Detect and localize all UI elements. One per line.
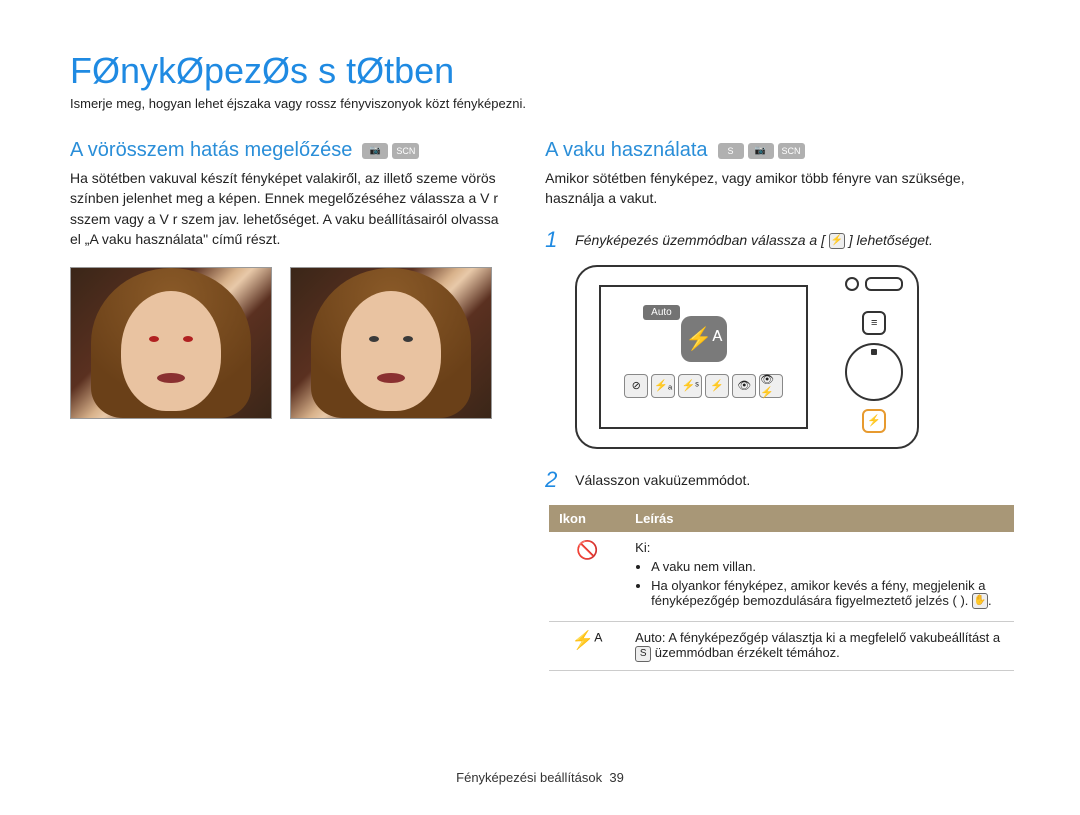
row-icon-off: 🚫: [549, 532, 625, 622]
photo-corrected: [290, 267, 492, 419]
left-heading: A vörösszem hatás megelőzése: [70, 139, 352, 162]
flash-off-icon: ⊘: [624, 374, 648, 398]
table-row: ⚡ᴬ Auto: A fényképezőgép választja ki a …: [549, 622, 1014, 671]
page-subtitle: Ismerje meg, hogyan lehet éjszaka vagy r…: [70, 96, 1010, 111]
step-number: 1: [545, 227, 563, 253]
camera-menu-button: ≡: [862, 311, 886, 335]
left-body: Ha sötétben vakuval készít fényképet val…: [70, 168, 505, 249]
step-1: 1 Fényképezés üzemmódban válassza a [ ⚡ …: [545, 227, 1010, 253]
right-body: Amikor sötétben fényképez, vagy amikor t…: [545, 168, 1010, 209]
screen-label: Auto: [643, 305, 680, 320]
column-right: A vaku használata S 📷 SCN Amikor sötétbe…: [545, 139, 1010, 671]
shake-warning-icon: ✋: [972, 593, 988, 609]
smart-mode-inline-icon: S: [635, 646, 651, 662]
right-heading: A vaku használata: [545, 139, 707, 162]
camera-controls: ≡ ⚡: [845, 311, 903, 433]
flash-on-icon: ⚡: [705, 374, 729, 398]
flash-mode-table: Ikon Leírás 🚫 Ki: A vaku nem villan. Ha …: [549, 505, 1014, 671]
table-row: 🚫 Ki: A vaku nem villan. Ha olyankor fén…: [549, 532, 1014, 622]
flash-option-row: ⊘ ⚡ₐ ⚡ˢ ⚡ 👁 👁⚡: [624, 374, 783, 398]
photo-redeye: [70, 267, 272, 419]
mode-icons-right: S 📷 SCN: [718, 143, 805, 159]
row-desc-off: Ki: A vaku nem villan. Ha olyankor fényk…: [625, 532, 1014, 622]
camera-mode-icon: 📷: [748, 143, 774, 159]
mode-icons-left: 📷 SCN: [362, 143, 419, 159]
camera-dial: [845, 343, 903, 401]
step-text: Fényképezés üzemmódban válassza a [ ⚡ ] …: [575, 227, 933, 253]
flash-auto-smart-icon: ⚡ₐ: [651, 374, 675, 398]
camera-mode-icon: 📷: [362, 143, 388, 159]
flash-slow-icon: ⚡ˢ: [678, 374, 702, 398]
scene-mode-icon: SCN: [392, 143, 419, 159]
step-text: Válasszon vakuüzemmódot.: [575, 467, 750, 493]
flash-auto-icon: ⚡ᴬ: [681, 316, 727, 362]
table-col-desc: Leírás: [625, 505, 1014, 532]
section-header-right: A vaku használata S 📷 SCN: [545, 139, 1010, 162]
page: FØnykØpezØs s tØtben Ismerje meg, hogyan…: [0, 0, 1080, 671]
row-desc-auto: Auto: A fényképezőgép választja ki a meg…: [625, 622, 1014, 671]
section-header-left: A vörösszem hatás megelőzése 📷 SCN: [70, 139, 505, 162]
redeye-icon: 👁: [732, 374, 756, 398]
flash-icon: ⚡: [829, 233, 845, 249]
page-footer: Fényképezési beállítások 39: [0, 770, 1080, 785]
table-col-icon: Ikon: [549, 505, 625, 532]
step-2: 2 Válasszon vakuüzemmódot.: [545, 467, 1010, 493]
step-number: 2: [545, 467, 563, 493]
smart-mode-icon: S: [718, 143, 744, 159]
redeye-fix-icon: 👁⚡: [759, 374, 783, 398]
camera-screen: Auto ⚡ᴬ ⊘ ⚡ₐ ⚡ˢ ⚡ 👁 👁⚡: [599, 285, 808, 429]
column-left: A vörösszem hatás megelőzése 📷 SCN Ha sö…: [70, 139, 505, 671]
example-photos: [70, 267, 505, 419]
camera-illustration: Auto ⚡ᴬ ⊘ ⚡ₐ ⚡ˢ ⚡ 👁 👁⚡ ≡ ⚡: [575, 265, 919, 449]
row-icon-auto: ⚡ᴬ: [549, 622, 625, 671]
camera-flash-button: ⚡: [862, 409, 886, 433]
page-title: FØnykØpezØs s tØtben: [70, 50, 1010, 92]
scene-mode-icon: SCN: [778, 143, 805, 159]
content-columns: A vörösszem hatás megelőzése 📷 SCN Ha sö…: [70, 139, 1010, 671]
